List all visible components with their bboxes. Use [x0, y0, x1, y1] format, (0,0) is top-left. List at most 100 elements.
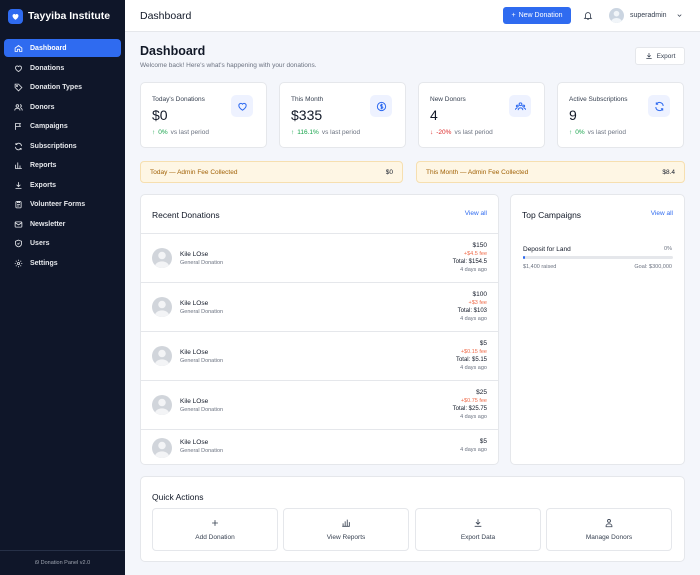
fee: +$3 fee	[468, 300, 487, 306]
time-ago: 4 days ago	[460, 316, 487, 322]
stat-change-value: 0%	[575, 129, 585, 136]
sidebar-item-reports[interactable]: Reports	[4, 156, 121, 176]
donor-name: Kile LOse	[180, 349, 209, 356]
donation-type: General Donation	[180, 358, 224, 364]
sidebar-item-donation-types[interactable]: Donation Types	[4, 78, 121, 98]
download-icon	[15, 181, 22, 189]
brand[interactable]: Tayyiba Institute	[0, 0, 125, 32]
stat-value: $335	[291, 107, 323, 123]
avatar	[152, 297, 172, 317]
stat-card-subscriptions: Active Subscriptions 9 ↑ 0% vs last peri…	[557, 82, 684, 148]
view-all-link[interactable]: View all	[465, 210, 487, 217]
user-avatar[interactable]	[609, 8, 624, 23]
chevron-down-icon[interactable]	[676, 12, 683, 19]
export-button[interactable]: Export	[635, 47, 685, 65]
arrow-down-icon: ↓	[430, 129, 434, 136]
time-ago: 4 days ago	[460, 447, 487, 453]
fee: +$0.75 fee	[460, 398, 487, 404]
total: Total: $25.75	[452, 406, 487, 412]
panel-title: Quick Actions	[152, 492, 204, 502]
donor-name: Kile LOse	[180, 398, 209, 405]
amount: $100	[472, 291, 487, 298]
total: Total: $103	[457, 308, 487, 314]
stat-change: ↑ 0% vs last period	[152, 129, 209, 136]
sidebar-item-donations[interactable]: Donations	[4, 59, 121, 79]
sidebar-item-exports[interactable]: Exports	[4, 176, 121, 196]
top-campaigns-panel: Top Campaigns View all Deposit for Land …	[510, 194, 685, 465]
stat-card-today: Today's Donations $0 ↑ 0% vs last period	[140, 82, 267, 148]
table-row[interactable]: Kile LOse General Donation $5 4 days ago	[141, 429, 498, 465]
donation-amounts: $25 +$0.75 fee Total: $25.75 4 days ago	[453, 389, 487, 421]
sidebar-item-newsletter[interactable]: Newsletter	[4, 215, 121, 235]
fee-label: Today — Admin Fee Collected	[150, 168, 238, 176]
heart-logo-icon	[8, 8, 23, 24]
sidebar-item-dashboard[interactable]: Dashboard	[4, 39, 121, 57]
donation-type: General Donation	[180, 260, 224, 266]
stat-change-vs: vs last period	[587, 129, 626, 136]
sidebar-item-label: Users	[30, 240, 50, 248]
page-subtitle: Welcome back! Here's what's happening wi…	[140, 62, 317, 69]
topbar-title: Dashboard	[140, 9, 192, 22]
time-ago: 4 days ago	[460, 267, 487, 273]
table-row[interactable]: Kile LOse General Donation $25 +$0.75 fe…	[141, 380, 498, 429]
campaign-raised: $1,400 raised	[523, 264, 557, 270]
quick-action-label: Export Data	[460, 534, 496, 541]
sidebar-item-users[interactable]: Users	[4, 234, 121, 254]
amount: $25	[476, 389, 487, 396]
donation-type: General Donation	[180, 309, 224, 315]
stat-change-vs: vs last period	[321, 129, 361, 136]
stat-change: ↑ 0% vs last period	[569, 129, 626, 136]
table-row[interactable]: Kile LOse General Donation $150 +$4.5 fe…	[141, 233, 498, 282]
table-row[interactable]: Kile LOse General Donation $100 +$3 fee …	[141, 282, 498, 331]
avatar	[152, 438, 172, 458]
export-data-button[interactable]: Export Data	[415, 508, 541, 551]
view-reports-button[interactable]: View Reports	[283, 508, 409, 551]
donation-amounts: $5 +$0.15 fee Total: $5.15 4 days ago	[456, 340, 487, 372]
avatar	[152, 248, 172, 268]
table-row[interactable]: Kile LOse General Donation $5 +$0.15 fee…	[141, 331, 498, 380]
panel-title: Recent Donations	[152, 210, 220, 220]
heart-icon	[15, 65, 22, 72]
view-all-link[interactable]: View all	[651, 210, 673, 217]
sidebar-item-label: Newsletter	[30, 220, 66, 228]
donation-amounts: $150 +$4.5 fee Total: $154.5 4 days ago	[453, 242, 487, 274]
manage-donors-button[interactable]: Manage Donors	[546, 508, 672, 551]
sidebar-item-campaigns[interactable]: Campaigns	[4, 117, 121, 137]
stat-label: New Donors	[430, 96, 466, 103]
stat-value: 9	[569, 107, 577, 123]
arrow-up-icon: ↑	[569, 129, 573, 136]
tag-icon	[14, 83, 23, 92]
topbar: Dashboard + New Donation superadmin	[125, 0, 700, 32]
sidebar-item-settings[interactable]: Settings	[4, 254, 121, 274]
dollar-icon	[370, 95, 392, 117]
sidebar-item-label: Dashboard	[30, 44, 67, 52]
stat-value: $0	[152, 107, 168, 123]
sidebar-item-subscriptions[interactable]: Subscriptions	[4, 137, 121, 157]
sidebar-footer: i9 Donation Panel v2.0	[0, 550, 125, 575]
bell-icon[interactable]	[583, 10, 593, 21]
page-title: Dashboard	[140, 44, 206, 58]
fee-bar-month: This Month — Admin Fee Collected $8.4	[416, 161, 685, 183]
fee: +$0.15 fee	[460, 349, 487, 355]
sidebar-nav: Dashboard Donations Donation Types Donor…	[0, 39, 125, 273]
shield-icon	[15, 239, 22, 248]
new-donation-label: New Donation	[518, 12, 563, 19]
add-donation-button[interactable]: Add Donation	[152, 508, 278, 551]
user-name[interactable]: superadmin	[630, 12, 667, 19]
users-icon	[14, 104, 23, 111]
quick-action-label: Manage Donors	[585, 534, 633, 541]
amount: $150	[472, 242, 487, 249]
export-label: Export	[656, 52, 676, 60]
download-icon	[645, 53, 652, 60]
sidebar-item-label: Exports	[30, 181, 57, 189]
arrow-up-icon: ↑	[291, 129, 295, 136]
users-icon	[509, 95, 531, 117]
amount: $5	[479, 340, 487, 347]
bar-chart-icon	[342, 519, 350, 527]
refresh-icon	[15, 142, 22, 150]
sidebar-item-donors[interactable]: Donors	[4, 98, 121, 118]
stat-change-value: 0%	[158, 129, 168, 136]
stat-change-value: 116.1%	[297, 129, 319, 136]
new-donation-button[interactable]: + New Donation	[503, 7, 571, 24]
sidebar-item-volunteer-forms[interactable]: Volunteer Forms	[4, 195, 121, 215]
